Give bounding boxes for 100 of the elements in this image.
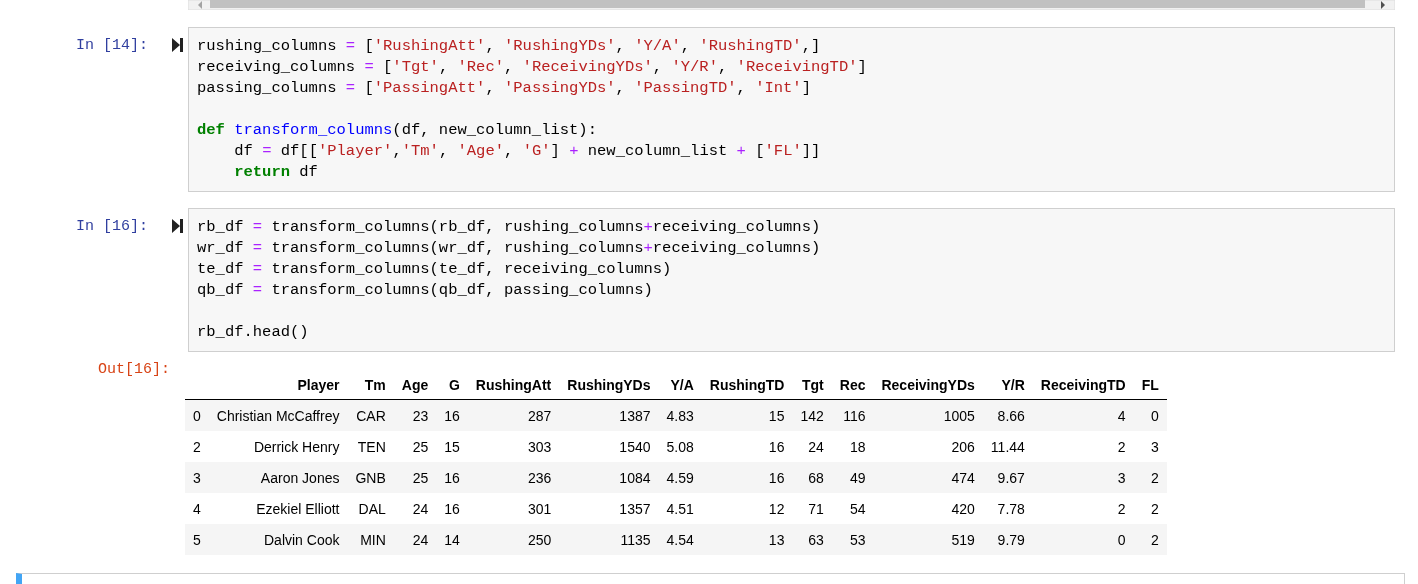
column-header: Y/A: [658, 371, 702, 400]
table-cell: 1084: [559, 462, 659, 493]
table-cell: GNB: [347, 462, 394, 493]
table-cell: 5.08: [658, 431, 702, 462]
table-cell: 24: [393, 493, 437, 524]
table-cell: 63: [792, 524, 832, 555]
table-cell: 142: [792, 399, 832, 431]
code-line: te_df = transform_columns(te_df, receiving_columns): [197, 259, 672, 280]
code-line: rb_df.head(): [197, 322, 309, 343]
table-cell: 519: [873, 524, 983, 555]
table-cell: 53: [831, 524, 874, 555]
table-cell: 301: [467, 493, 560, 524]
code-line: receiving_columns = ['Tgt', 'Rec', 'ReceivingYDs', 'Y/R', 'ReceivingTD']: [197, 57, 867, 78]
table-cell: 24: [792, 431, 832, 462]
column-header: Tgt: [792, 371, 832, 400]
table-cell: Derrick Henry: [208, 431, 348, 462]
table-cell: Dalvin Cook: [208, 524, 348, 555]
table-cell: 71: [792, 493, 832, 524]
table-cell: CAR: [347, 399, 394, 431]
code-line: qb_df = transform_columns(qb_df, passing_columns): [197, 280, 653, 301]
table-cell: MIN: [347, 524, 394, 555]
run-icon[interactable]: [172, 219, 183, 233]
table-cell: 8.66: [982, 399, 1033, 431]
table-cell: 16: [436, 399, 468, 431]
column-header: RushingAtt: [467, 371, 560, 400]
table-cell: 15: [701, 399, 793, 431]
column-header: FL: [1133, 371, 1167, 400]
input-prompt: In [14]:: [75, 36, 149, 56]
table-cell: 206: [873, 431, 983, 462]
column-header: G: [436, 371, 468, 400]
table-cell: DAL: [347, 493, 394, 524]
table-cell: Aaron Jones: [208, 462, 348, 493]
table-cell: 25: [393, 462, 437, 493]
input-prompt: In [16]:: [75, 217, 149, 237]
table-cell: 287: [467, 399, 560, 431]
column-header: Player: [208, 371, 348, 400]
table-cell: Ezekiel Elliott: [208, 493, 348, 524]
table-cell: 0: [1032, 524, 1134, 555]
table-cell: 3: [1133, 431, 1167, 462]
table-cell: 49: [831, 462, 874, 493]
table-cell: 14: [436, 524, 468, 555]
row-index: 2: [185, 431, 209, 462]
table-cell: 16: [436, 462, 468, 493]
table-cell: 25: [393, 431, 437, 462]
table-cell: 1135: [559, 524, 659, 555]
run-icon[interactable]: [172, 38, 183, 52]
code-line: passing_columns = ['PassingAtt', 'PassingYDs', 'PassingTD', 'Int']: [197, 78, 811, 99]
table-cell: 12: [701, 493, 793, 524]
code-line: wr_df = transform_columns(wr_df, rushing_columns+receiving_columns): [197, 238, 821, 259]
column-header: Age: [393, 371, 437, 400]
table-cell: 1357: [559, 493, 659, 524]
table-cell: 4.51: [658, 493, 702, 524]
column-header: ReceivingTD: [1032, 371, 1134, 400]
table-cell: 1005: [873, 399, 983, 431]
table-cell: Christian McCaffrey: [208, 399, 348, 431]
code-line: rb_df = transform_columns(rb_df, rushing_columns+receiving_columns): [197, 217, 821, 238]
table-cell: 420: [873, 493, 983, 524]
table-cell: 16: [701, 462, 793, 493]
row-index: 5: [185, 524, 209, 555]
table-cell: 18: [831, 431, 874, 462]
code-cell[interactable]: [188, 208, 1395, 352]
code-cell[interactable]: [188, 27, 1395, 192]
table-cell: 15: [436, 431, 468, 462]
column-header: Tm: [347, 371, 394, 400]
column-header: Rec: [831, 371, 874, 400]
horizontal-scrollbar[interactable]: [188, 0, 1395, 10]
table-cell: 9.79: [982, 524, 1033, 555]
table-cell: 2: [1032, 431, 1134, 462]
column-header: RushingYDs: [559, 371, 659, 400]
table-cell: 13: [701, 524, 793, 555]
table-cell: 9.67: [982, 462, 1033, 493]
table-cell: 3: [1032, 462, 1134, 493]
table-cell: 2: [1032, 493, 1134, 524]
table-cell: 250: [467, 524, 560, 555]
table-cell: 68: [792, 462, 832, 493]
code-line: return df: [233, 162, 318, 183]
table-cell: 2: [1133, 462, 1167, 493]
table-cell: 11.44: [982, 431, 1033, 462]
table-cell: 1540: [559, 431, 659, 462]
row-index: 3: [185, 462, 209, 493]
table-cell: 236: [467, 462, 560, 493]
row-index: 4: [185, 493, 209, 524]
table-cell: 474: [873, 462, 983, 493]
code-line: def transform_columns(df, new_column_list):: [197, 120, 597, 141]
table-cell: 2: [1133, 493, 1167, 524]
table-cell: 1387: [559, 399, 659, 431]
code-line: rushing_columns = ['RushingAtt', 'RushingYDs', 'Y/A', 'RushingTD',]: [197, 36, 821, 57]
table-cell: 24: [393, 524, 437, 555]
table-cell: 7.78: [982, 493, 1033, 524]
column-header: Y/R: [982, 371, 1033, 400]
column-header: RushingTD: [701, 371, 793, 400]
table-cell: 4: [1032, 399, 1134, 431]
table-cell: 2: [1133, 524, 1167, 555]
table-cell: 4.54: [658, 524, 702, 555]
table-cell: TEN: [347, 431, 394, 462]
table-cell: 16: [701, 431, 793, 462]
table-cell: 303: [467, 431, 560, 462]
column-header: ReceivingYDs: [873, 371, 983, 400]
table-cell: 54: [831, 493, 874, 524]
output-prompt: Out[16]:: [97, 360, 171, 380]
